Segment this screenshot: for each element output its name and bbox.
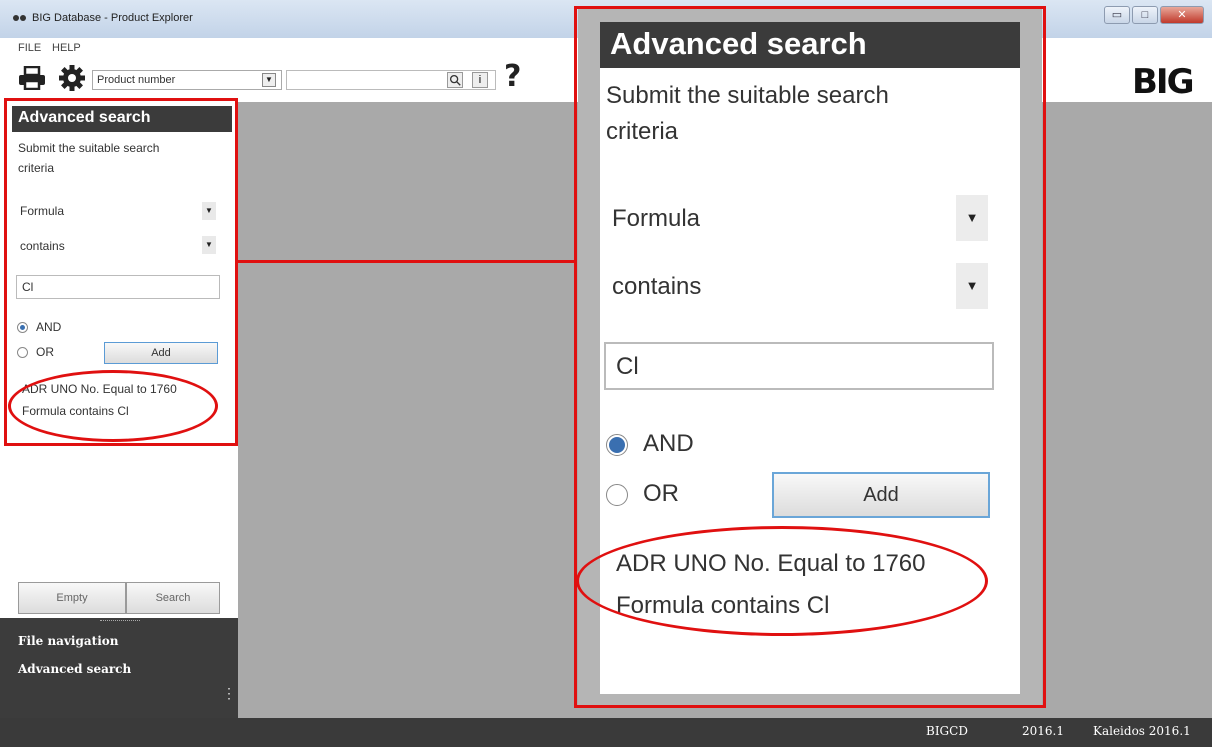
close-button[interactable]: ✕ — [1160, 6, 1204, 24]
app-icon — [13, 15, 26, 21]
maximize-button[interactable]: □ — [1132, 6, 1158, 24]
search-button[interactable]: Search — [126, 582, 220, 614]
status-database: BIGCD — [926, 724, 968, 738]
more-icon[interactable]: ⋮ — [222, 686, 236, 700]
minimize-button[interactable]: ▭ — [1104, 6, 1130, 24]
annotation-ellipse-zoom — [576, 526, 988, 636]
empty-button[interactable]: Empty — [18, 582, 126, 614]
nav-advanced-search[interactable]: Advanced search — [18, 662, 131, 676]
quick-search-input[interactable] — [286, 70, 496, 90]
annotation-connector — [238, 260, 576, 263]
annotation-ellipse-left — [8, 370, 218, 442]
window-title: BIG Database - Product Explorer — [32, 12, 193, 24]
nav-file-navigation[interactable]: File navigation — [18, 634, 118, 648]
splitter-handle[interactable] — [100, 620, 140, 622]
status-product: Kaleidos 2016.1 — [1093, 724, 1191, 738]
printer-icon[interactable] — [18, 66, 46, 90]
help-icon[interactable]: ? — [504, 62, 521, 92]
big-logo: BIG — [1132, 62, 1194, 102]
search-icon[interactable] — [447, 72, 463, 88]
menu-file[interactable]: FILE — [18, 42, 41, 54]
menu-help[interactable]: HELP — [52, 42, 81, 54]
gear-icon[interactable] — [58, 64, 86, 92]
status-version: 2016.1 — [1022, 724, 1064, 738]
chevron-down-icon[interactable]: ▼ — [262, 73, 276, 87]
search-field-select[interactable]: Product number — [92, 70, 282, 90]
info-icon[interactable]: i — [472, 72, 488, 88]
